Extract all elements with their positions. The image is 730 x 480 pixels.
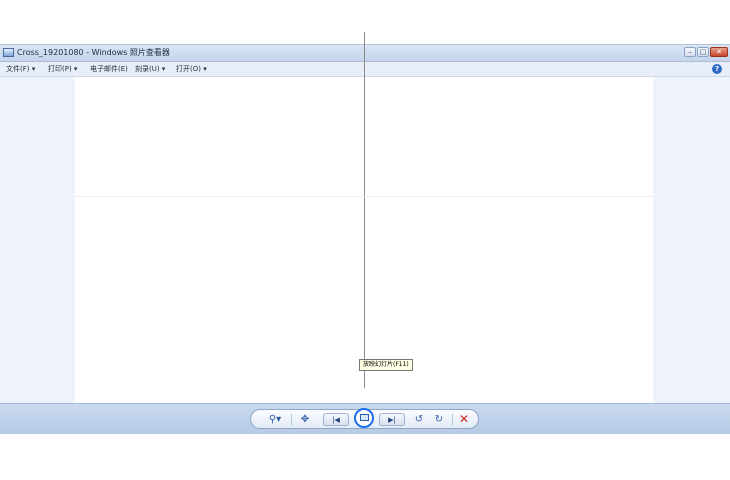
separator — [291, 414, 292, 426]
crosshair-horizontal-line — [75, 196, 653, 197]
minimize-button[interactable]: – — [684, 47, 696, 57]
maximize-button[interactable]: □ — [697, 47, 709, 57]
menu-email[interactable]: 电子邮件(E) — [88, 64, 130, 74]
playback-control-bar: ⚲▾ ✥ |◀ ▶| ↺ ↻ ✕ — [0, 403, 730, 434]
slideshow-button[interactable] — [354, 408, 374, 428]
window-title: Cross_19201080 - Windows 照片查看器 — [17, 48, 170, 57]
title-bar[interactable]: Cross_19201080 - Windows 照片查看器 – □ ✕ — [0, 45, 730, 62]
delete-icon[interactable]: ✕ — [457, 413, 471, 426]
close-button[interactable]: ✕ — [710, 47, 728, 57]
separator — [452, 414, 453, 426]
photo-viewer-icon — [3, 48, 14, 57]
rotate-clockwise-icon[interactable]: ↻ — [432, 413, 446, 426]
previous-button[interactable]: |◀ — [323, 413, 349, 426]
rotate-counterclockwise-icon[interactable]: ↺ — [412, 413, 426, 426]
next-button[interactable]: ▶| — [379, 413, 405, 426]
window-controls: – □ ✕ — [684, 47, 728, 58]
photo-viewer-window: Cross_19201080 - Windows 照片查看器 – □ ✕ 文件(… — [0, 45, 730, 434]
magnifier-icon[interactable]: ⚲▾ — [265, 413, 285, 426]
slideshow-tooltip: 放映幻灯片(F11) — [359, 359, 413, 371]
menu-bar: 文件(F) ▾ 打印(P) ▾ 电子邮件(E) 刻录(U) ▾ 打开(O) ▾ … — [0, 62, 730, 77]
menu-open[interactable]: 打开(O) ▾ — [174, 64, 209, 74]
image-viewer-area — [0, 77, 730, 403]
actual-size-icon[interactable]: ✥ — [298, 413, 312, 426]
crosshair-vertical-line — [364, 32, 365, 388]
control-group: ⚲▾ ✥ |◀ ▶| ↺ ↻ ✕ — [250, 408, 479, 429]
menu-burn[interactable]: 刻录(U) ▾ — [133, 64, 167, 74]
menu-print[interactable]: 打印(P) ▾ — [46, 64, 79, 74]
slideshow-icon — [360, 414, 369, 421]
help-icon[interactable]: ? — [712, 64, 722, 74]
menu-file[interactable]: 文件(F) ▾ — [4, 64, 37, 74]
